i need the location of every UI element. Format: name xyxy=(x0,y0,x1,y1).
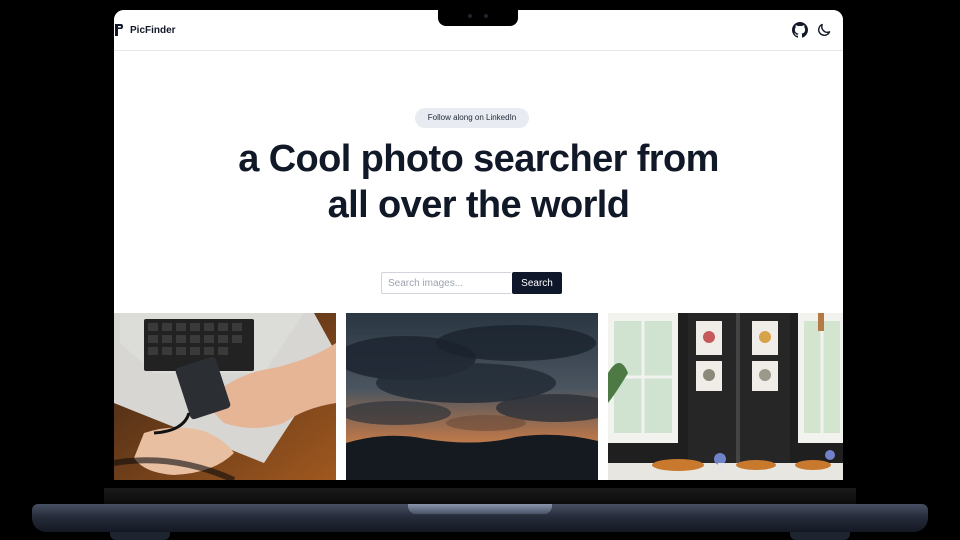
laptop-base xyxy=(32,504,928,532)
moon-icon[interactable] xyxy=(816,22,832,38)
brand-link[interactable]: PicFinder xyxy=(114,23,176,37)
gallery-image-1[interactable] xyxy=(114,313,336,480)
app-name: PicFinder xyxy=(130,24,176,36)
gallery-image-2[interactable] xyxy=(346,313,598,480)
page-headline: a Cool photo searcher from all over the … xyxy=(174,136,783,228)
laptop-lip xyxy=(408,504,552,514)
search-input[interactable] xyxy=(381,272,511,294)
laptop-foot-left xyxy=(110,532,170,540)
laptop-hinge xyxy=(104,488,856,504)
github-icon[interactable] xyxy=(792,22,808,38)
camera-notch xyxy=(438,10,518,26)
linkedin-badge[interactable]: Follow along on LinkedIn xyxy=(415,108,529,128)
laptop-foot-right xyxy=(790,532,850,540)
sensor-dot xyxy=(484,14,488,18)
gallery-image-3[interactable] xyxy=(608,313,843,480)
browser-viewport: PicFinder Follow along on LinkedIn a Coo… xyxy=(114,10,843,480)
camera-dot xyxy=(468,14,472,18)
headline-line-2: all over the world xyxy=(327,184,630,226)
search-button[interactable]: Search xyxy=(512,272,562,294)
picfinder-logo-icon xyxy=(115,24,123,36)
headline-line-1: a Cool photo searcher from xyxy=(238,138,719,180)
